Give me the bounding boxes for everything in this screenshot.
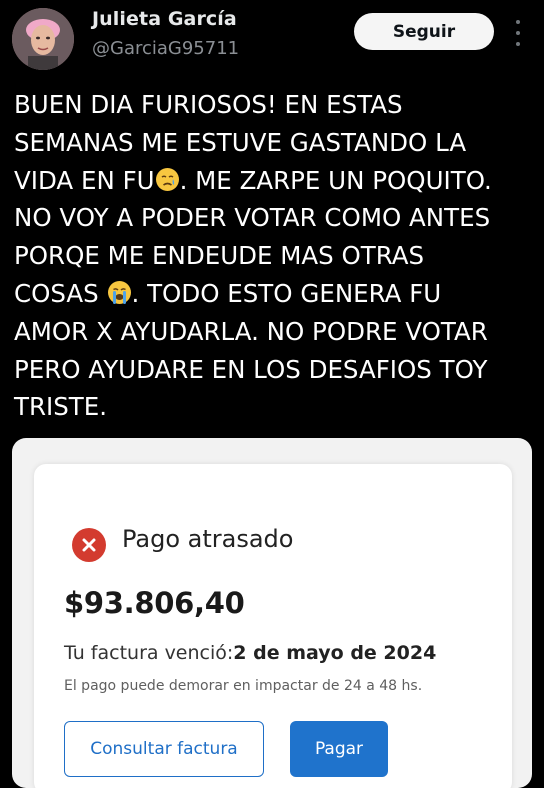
more-options-icon[interactable] bbox=[510, 20, 526, 46]
tweet-text-segment: COSAS bbox=[14, 278, 99, 308]
error-x-icon bbox=[72, 528, 106, 562]
payment-card: Pago atrasado $93.806,40 Tu factura venc… bbox=[34, 464, 512, 788]
crying-face-emoji-icon bbox=[155, 167, 180, 192]
tweet-line: PORQE ME ENDEUDE MAS OTRAS bbox=[14, 237, 542, 275]
author-name[interactable]: Julieta García bbox=[92, 8, 237, 30]
tweet-text-segment: AMOR X AYUDARLA. NO PODRE VOTAR bbox=[14, 316, 488, 346]
due-date-line: Tu factura venció:2 de mayo de 2024 bbox=[64, 642, 436, 664]
tweet-text-segment: PORQE ME ENDEUDE MAS OTRAS bbox=[14, 241, 425, 271]
tweet-line: COSAS . TODO ESTO GENERA FU bbox=[14, 275, 542, 313]
tweet-line: BUEN DIA FURIOSOS! EN ESTAS bbox=[14, 86, 542, 124]
tweet-text-segment: . TODO ESTO GENERA FU bbox=[131, 278, 442, 308]
author-handle[interactable]: @GarciaG95711 bbox=[92, 38, 239, 59]
author-avatar[interactable] bbox=[12, 8, 74, 70]
follow-button[interactable]: Seguir bbox=[354, 13, 494, 50]
tweet-text-segment: VIDA EN FU bbox=[14, 165, 155, 195]
tweet-text-segment: . ME ZARPE UN POQUITO. bbox=[179, 165, 492, 195]
more-dot bbox=[516, 42, 520, 46]
tweet-line: NO VOY A PODER VOTAR COMO ANTES bbox=[14, 199, 542, 237]
tweet-line: PERO AYUDARE EN LOS DESAFIOS TOY bbox=[14, 351, 542, 389]
avatar-image bbox=[12, 8, 74, 70]
more-dot bbox=[516, 20, 520, 24]
due-date: 2 de mayo de 2024 bbox=[233, 642, 437, 664]
pay-button[interactable]: Pagar bbox=[290, 721, 388, 777]
tweet-line: SEMANAS ME ESTUVE GASTANDO LA bbox=[14, 124, 542, 162]
consult-invoice-button[interactable]: Consultar factura bbox=[64, 721, 264, 777]
payment-status: Pago atrasado bbox=[122, 525, 294, 553]
tweet-text-segment: BUEN DIA FURIOSOS! EN ESTAS bbox=[14, 90, 403, 119]
tweet-text: BUEN DIA FURIOSOS! EN ESTAS SEMANAS ME E… bbox=[14, 86, 542, 426]
tweet-text-segment: NO VOY A PODER VOTAR COMO ANTES bbox=[14, 203, 491, 233]
tweet-text-segment: SEMANAS ME ESTUVE GASTANDO LA bbox=[14, 127, 467, 157]
tweet-header: Julieta García @GarciaG95711 Seguir bbox=[0, 0, 544, 80]
tweet-media-image[interactable]: Pago atrasado $93.806,40 Tu factura venc… bbox=[12, 438, 532, 788]
payment-note: El pago puede demorar en impactar de 24 … bbox=[64, 678, 423, 694]
loudly-crying-face-emoji-icon bbox=[107, 280, 132, 305]
tweet-line: AMOR X AYUDARLA. NO PODRE VOTAR bbox=[14, 313, 542, 351]
more-dot bbox=[516, 31, 520, 35]
due-label: Tu factura venció: bbox=[64, 642, 234, 664]
amount-due: $93.806,40 bbox=[64, 586, 245, 620]
tweet-line: TRISTE. bbox=[14, 388, 542, 426]
tweet-text-segment: PERO AYUDARE EN LOS DESAFIOS TOY bbox=[14, 354, 488, 384]
tweet-text-segment: TRISTE. bbox=[14, 392, 107, 422]
tweet-line: VIDA EN FU . ME ZARPE UN POQUITO. bbox=[14, 162, 542, 200]
